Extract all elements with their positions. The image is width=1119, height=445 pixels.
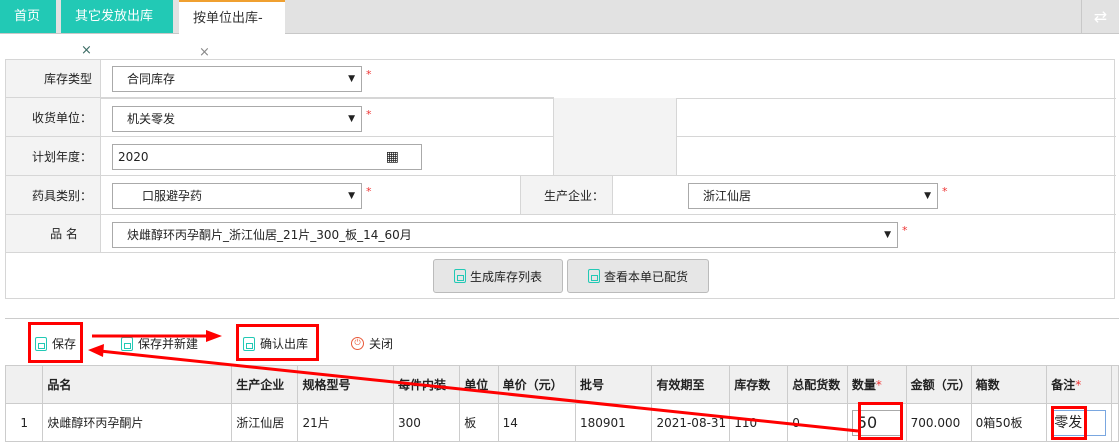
- select-value: 浙江仙居: [703, 189, 752, 203]
- select-value: 口服避孕药: [142, 189, 203, 203]
- select-value: 炔雌醇环丙孕酮片_浙江仙居_21片_300_板_14_60月: [127, 228, 412, 242]
- power-icon: ⏻: [351, 337, 364, 350]
- col-header-extra: [1110, 365, 1119, 404]
- drug-category-select[interactable]: 口服避孕药 ▼: [112, 183, 362, 209]
- header-text: 数量: [851, 378, 876, 392]
- empty-label-cell: [554, 98, 677, 176]
- cell-allocated: 0: [787, 403, 848, 442]
- select-value: 机关零发: [127, 112, 176, 126]
- cell-unit: 板: [459, 403, 499, 442]
- required-mark: *: [1075, 378, 1082, 392]
- select-value: 合同库存: [127, 72, 176, 86]
- tab-unit-issue[interactable]: 按单位出库- ×: [179, 0, 285, 60]
- col-header-batch: 批号: [574, 365, 653, 404]
- close-icon[interactable]: ×: [81, 43, 92, 58]
- close-icon[interactable]: ×: [199, 45, 210, 60]
- col-header-pack: 每件内装: [392, 365, 461, 404]
- empty-cell: [677, 98, 1116, 137]
- save-icon: [587, 269, 600, 283]
- input-value: 2020: [118, 150, 149, 164]
- col-header-remark: 备注*: [1046, 365, 1112, 404]
- manufacturer-label: 生产企业：: [521, 176, 613, 215]
- receiver-select[interactable]: 机关零发 ▼: [112, 106, 362, 132]
- table-header: 品名 生产企业 规格型号 每件内装 单位 单价（元） 批号 有效期至 库存数 总…: [4, 365, 1119, 404]
- save-icon: [121, 336, 133, 351]
- highlight-box-remark: [1051, 406, 1087, 440]
- tab-bar: 首页 其它发放出库 × 按单位出库- × ⇄: [0, 0, 1119, 60]
- view-allocated-button[interactable]: 查看本单已配货: [567, 259, 709, 293]
- stock-type-select[interactable]: 合同库存 ▼: [112, 66, 362, 92]
- highlight-box-quantity: [858, 402, 903, 440]
- col-header-allocated: 总配货数: [787, 365, 848, 404]
- refresh-icon[interactable]: ⇄: [1081, 0, 1119, 33]
- col-header-unit: 单位: [459, 365, 499, 404]
- tab-label: 首页: [14, 9, 41, 24]
- save-icon: [453, 269, 466, 283]
- col-header-amount: 金额（元）: [905, 365, 972, 404]
- close-button[interactable]: ⏻ 关闭: [351, 335, 393, 352]
- highlight-box-save: [28, 322, 83, 363]
- cell-batch: 180901: [574, 403, 653, 442]
- highlight-box-confirm: [236, 324, 319, 361]
- receiver-label: 收货单位：: [6, 98, 101, 137]
- cell-boxes: 0箱50板: [970, 403, 1048, 442]
- required-mark: *: [366, 108, 372, 121]
- required-mark: *: [942, 185, 948, 198]
- cell-stock: 110: [729, 403, 789, 442]
- drug-category-label: 药具类别：: [6, 176, 101, 215]
- dropdown-arrow-icon: ▼: [348, 114, 355, 124]
- dropdown-arrow-icon: ▼: [924, 191, 931, 201]
- required-mark: *: [902, 224, 908, 237]
- empty-cell: [677, 137, 1116, 176]
- required-mark: *: [366, 68, 372, 81]
- cell-expiry: 2021-08-31: [651, 403, 731, 442]
- required-mark: *: [366, 185, 372, 198]
- tab-other-issue[interactable]: 其它发放出库 ×: [61, 0, 173, 58]
- cell-manufacturer: 浙江仙居: [231, 403, 299, 442]
- cell-spec: 21片: [297, 403, 394, 442]
- tab-label: 其它发放出库: [75, 9, 154, 24]
- col-header-quantity: 数量*: [846, 365, 907, 404]
- cell-price: 14: [497, 403, 576, 442]
- calendar-icon[interactable]: ▦: [386, 145, 399, 169]
- product-label: 品 名: [6, 215, 101, 253]
- col-header-name: 品名: [42, 365, 233, 404]
- dropdown-arrow-icon: ▼: [884, 230, 891, 240]
- col-header-stock: 库存数: [729, 365, 789, 404]
- dropdown-arrow-icon: ▼: [348, 74, 355, 84]
- toolbar: 保存 保存并新建 确认出库 ⏻ 关闭: [5, 318, 1119, 365]
- outbound-table: 品名 生产企业 规格型号 每件内装 单位 单价（元） 批号 有效期至 库存数 总…: [4, 365, 1119, 442]
- tab-label: 按单位出库-: [193, 11, 263, 26]
- col-header-manufacturer: 生产企业: [231, 365, 299, 404]
- manufacturer-select[interactable]: 浙江仙居 ▼: [688, 183, 938, 209]
- col-header-spec: 规格型号: [297, 365, 394, 404]
- button-label: 生成库存列表: [469, 269, 542, 284]
- product-select[interactable]: 炔雌醇环丙孕酮片_浙江仙居_21片_300_板_14_60月 ▼: [112, 222, 898, 248]
- plan-year-label: 计划年度：: [6, 137, 101, 176]
- tab-home[interactable]: 首页: [0, 0, 56, 33]
- cell-extra: [1110, 403, 1119, 442]
- col-header-index: [4, 365, 44, 404]
- col-header-boxes: 箱数: [970, 365, 1048, 404]
- cell-pack: 300: [392, 403, 461, 442]
- header-text: 备注: [1051, 378, 1076, 392]
- table-row[interactable]: 1 炔雌醇环丙孕酮片 浙江仙居 21片 300 板 14 180901 2021…: [4, 403, 1119, 442]
- save-and-new-button[interactable]: 保存并新建: [121, 335, 198, 352]
- stock-type-label: 库存类型: [6, 60, 101, 98]
- generate-stock-list-button[interactable]: 生成库存列表: [433, 259, 563, 293]
- required-mark: *: [875, 378, 882, 392]
- button-label: 查看本单已配货: [603, 269, 688, 284]
- button-label: 关闭: [369, 337, 394, 351]
- col-header-price: 单价（元）: [497, 365, 576, 404]
- plan-year-input[interactable]: 2020 ▦: [112, 144, 422, 170]
- dropdown-arrow-icon: ▼: [348, 191, 355, 201]
- button-label: 保存并新建: [138, 337, 199, 351]
- cell-name: 炔雌醇环丙孕酮片: [42, 403, 233, 442]
- cell-index: 1: [4, 403, 44, 442]
- cell-amount: 700.000: [905, 403, 972, 442]
- col-header-expiry: 有效期至: [651, 365, 731, 404]
